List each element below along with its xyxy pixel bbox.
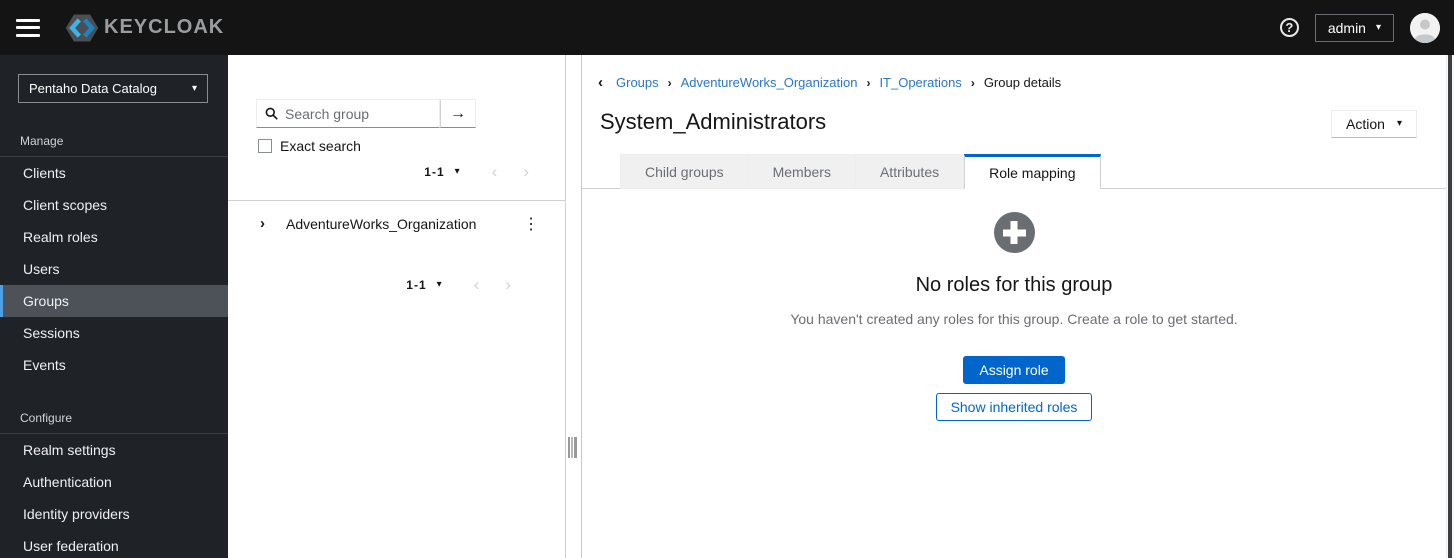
search-box (256, 99, 440, 128)
tab-child-groups[interactable]: Child groups (620, 154, 749, 189)
plus-circle-icon (993, 212, 1035, 253)
chevron-right-icon: › (866, 75, 871, 90)
pagination-top: 1-1 ▾ ‹ › (424, 163, 537, 180)
realm-selector[interactable]: Pentaho Data Catalog ▾ (18, 74, 208, 103)
tree-item-label[interactable]: AdventureWorks_Organization (286, 216, 519, 232)
kebab-menu-icon[interactable]: ⋮ (519, 214, 543, 234)
exact-search-label: Exact search (280, 138, 361, 154)
exact-search-checkbox[interactable] (258, 139, 272, 153)
breadcrumb-link-adventureworks[interactable]: AdventureWorks_Organization (681, 75, 858, 90)
breadcrumb-link-groups[interactable]: Groups (616, 75, 659, 90)
empty-state: No roles for this group You haven't crea… (582, 212, 1446, 421)
brand-text: KEYCLOAK (104, 16, 225, 38)
nav-section-configure: Configure (0, 411, 228, 434)
chevron-right-icon: › (667, 75, 672, 90)
tab-role-mapping[interactable]: Role mapping (964, 154, 1101, 189)
nav-section-manage: Manage (0, 134, 228, 157)
chevron-down-icon: ▾ (1396, 118, 1402, 129)
pagination-options-icon[interactable]: ▾ (455, 166, 460, 177)
sidebar-item-events[interactable]: Events (0, 349, 228, 381)
sidebar-item-groups[interactable]: Groups (0, 285, 228, 317)
breadcrumb: ‹ Groups › AdventureWorks_Organization ›… (598, 74, 1061, 91)
sidebar-item-realm-settings[interactable]: Realm settings (0, 434, 228, 466)
help-icon[interactable]: ? (1279, 18, 1299, 37)
chevron-down-icon: ▾ (191, 82, 197, 94)
empty-state-title: No roles for this group (915, 274, 1113, 296)
tab-attributes[interactable]: Attributes (855, 154, 965, 189)
search-submit-button[interactable]: → (440, 99, 476, 128)
keycloak-logo[interactable]: KEYCLOAK (64, 10, 224, 46)
realm-selector-label: Pentaho Data Catalog (29, 81, 157, 96)
group-detail-tabs: Child groups Members Attributes Role map… (620, 154, 1101, 189)
masthead: KEYCLOAK ? admin ▾ (0, 0, 1454, 55)
sidebar-item-identity-providers[interactable]: Identity providers (0, 498, 228, 530)
pagination-bottom: 1-1 ▾ ‹ › (406, 276, 519, 293)
main-content: ‹ Groups › AdventureWorks_Organization ›… (582, 55, 1446, 558)
chevron-right-icon: › (970, 75, 975, 90)
search-group-input[interactable] (285, 105, 425, 122)
tab-members[interactable]: Members (748, 154, 856, 189)
sidebar-item-authentication[interactable]: Authentication (0, 466, 228, 498)
tree-expand-icon[interactable]: › (260, 215, 276, 232)
breadcrumb-back-icon[interactable]: ‹ (598, 74, 603, 91)
empty-state-description: You haven't created any roles for this g… (790, 311, 1238, 327)
pagination-prev-icon[interactable]: ‹ (484, 163, 506, 180)
avatar[interactable] (1410, 12, 1440, 43)
keycloak-admin-console: KEYCLOAK ? admin ▾ Pentaho Data Catalog … (0, 0, 1454, 558)
person-icon (1410, 12, 1440, 43)
scrollbar-thumb[interactable] (1448, 55, 1452, 558)
panel-splitter (566, 55, 582, 558)
user-dropdown[interactable]: admin ▾ (1314, 13, 1394, 42)
sidebar-item-realm-roles[interactable]: Realm roles (0, 221, 228, 253)
sidebar: Pentaho Data Catalog ▾ Manage Clients Cl… (0, 55, 228, 558)
search-icon (265, 107, 278, 120)
breadcrumb-link-it-operations[interactable]: IT_Operations (879, 75, 961, 90)
sidebar-item-users[interactable]: Users (0, 253, 228, 285)
pagination-range: 1-1 (406, 277, 427, 292)
sidebar-item-user-federation[interactable]: User federation (0, 530, 228, 558)
pagination-prev-icon[interactable]: ‹ (466, 276, 488, 293)
groups-tree-panel: → Exact search 1-1 ▾ ‹ › › AdventureWork… (228, 55, 566, 558)
action-dropdown-button[interactable]: Action ▾ (1331, 110, 1417, 138)
pagination-next-icon[interactable]: › (515, 163, 537, 180)
scrollbar-track (1446, 55, 1454, 558)
pagination-next-icon[interactable]: › (497, 276, 519, 293)
sidebar-item-client-scopes[interactable]: Client scopes (0, 189, 228, 221)
keycloak-hexagon-icon (65, 14, 99, 41)
masthead-toolbar: ? admin ▾ (1279, 0, 1440, 55)
group-search: → (256, 99, 476, 128)
pagination-range: 1-1 (424, 164, 445, 179)
page-title: System_Administrators (600, 109, 827, 134)
pagination-options-icon[interactable]: ▾ (437, 279, 442, 290)
exact-search-row: Exact search (258, 138, 361, 154)
sidebar-item-clients[interactable]: Clients (0, 157, 228, 189)
action-dropdown-label: Action (1346, 116, 1385, 132)
tree-row[interactable]: › AdventureWorks_Organization ⋮ (228, 208, 565, 239)
assign-role-button[interactable]: Assign role (963, 356, 1065, 384)
hamburger-menu-icon[interactable] (16, 18, 40, 37)
chevron-down-icon: ▾ (1375, 21, 1381, 33)
show-inherited-roles-button[interactable]: Show inherited roles (935, 393, 1093, 421)
splitter-drag-handle[interactable] (568, 437, 577, 458)
breadcrumb-current: Group details (983, 75, 1062, 90)
user-dropdown-label: admin (1327, 19, 1366, 36)
panel-divider (228, 200, 565, 201)
sidebar-item-sessions[interactable]: Sessions (0, 317, 228, 349)
